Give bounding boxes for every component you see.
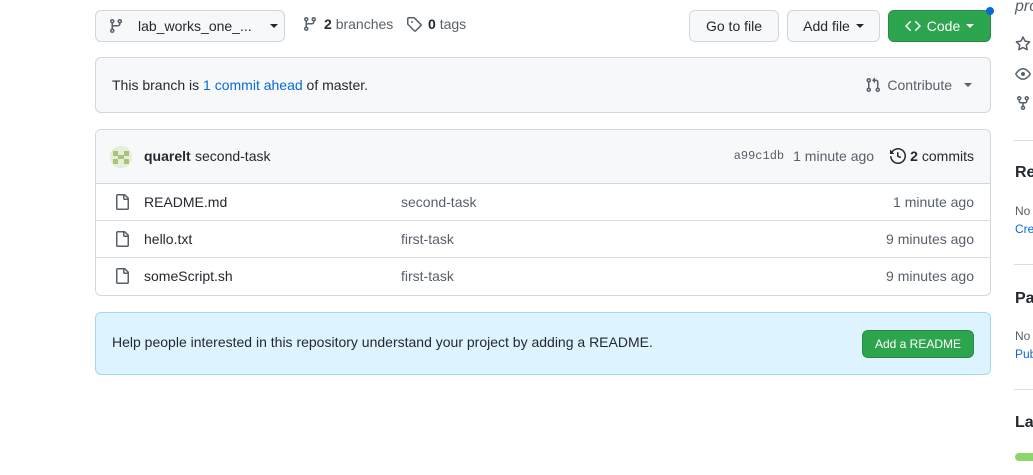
file-row[interactable]: hello.txt first-task 9 minutes ago: [96, 221, 990, 258]
tag-icon: [407, 17, 422, 32]
commit-ahead-link[interactable]: 1 commit ahead: [203, 77, 303, 93]
eye-icon[interactable]: [1015, 66, 1031, 82]
chevron-down-icon: [966, 24, 975, 28]
go-to-file-button[interactable]: Go to file: [689, 10, 779, 42]
contribute-label: Contribute: [887, 77, 952, 93]
languages-heading: La: [1015, 414, 1033, 431]
add-file-button[interactable]: Add file: [787, 10, 880, 42]
chevron-down-icon: [855, 24, 864, 28]
fork-icon[interactable]: [1015, 95, 1031, 111]
branches-count: 2: [324, 16, 332, 32]
divider: [1014, 140, 1033, 141]
code-icon: [905, 20, 921, 32]
file-name[interactable]: README.md: [144, 194, 227, 210]
publish-package-link[interactable]: Pub: [1015, 347, 1033, 361]
divider: [1014, 264, 1033, 265]
tags-count: 0: [428, 16, 436, 32]
branch-info-box: This branch is 1 commit ahead of master.…: [95, 57, 991, 113]
commits-count: 2: [910, 148, 918, 164]
contribute-button[interactable]: Contribute: [865, 77, 972, 93]
branch-selector-button[interactable]: lab_works_one_...: [95, 10, 285, 42]
branches-label: branches: [335, 16, 394, 32]
create-release-link[interactable]: Cre: [1015, 222, 1033, 236]
chevron-down-icon: [964, 83, 972, 87]
repo-description: pro: [1015, 0, 1033, 15]
file-age: 9 minutes ago: [886, 231, 974, 247]
notification-dot: [986, 7, 994, 15]
branch-name: lab_works_one_...: [138, 18, 252, 34]
file-icon: [116, 194, 129, 210]
language-bar: [1015, 453, 1033, 461]
commits-link[interactable]: 2 commits: [890, 148, 974, 164]
history-icon: [890, 148, 907, 164]
git-pull-request-icon: [866, 77, 881, 93]
file-commit-message[interactable]: first-task: [401, 231, 454, 247]
file-commit-message[interactable]: second-task: [401, 194, 476, 210]
file-icon: [116, 268, 129, 284]
branches-link[interactable]: 2 branches: [302, 16, 393, 32]
git-branch-icon: [303, 17, 316, 32]
star-icon[interactable]: [1015, 36, 1031, 52]
file-age: 9 minutes ago: [886, 268, 974, 284]
file-row[interactable]: someScript.sh first-task 9 minutes ago: [96, 258, 990, 295]
code-label: Code: [926, 18, 961, 34]
releases-empty-text: No: [1015, 204, 1031, 218]
commits-label: commits: [921, 148, 974, 164]
add-file-label: Add file: [803, 18, 850, 34]
readme-prompt-text: Help people interested in this repositor…: [112, 334, 653, 350]
file-row[interactable]: README.md second-task 1 minute ago: [96, 184, 990, 221]
git-branch-icon: [109, 19, 122, 34]
file-name[interactable]: hello.txt: [144, 231, 192, 247]
commit-message[interactable]: second-task: [195, 148, 270, 164]
divider: [1014, 389, 1033, 390]
about-sidebar: pro Re No Cre Pa No Pub La: [1014, 0, 1033, 475]
file-commit-message[interactable]: first-task: [401, 268, 454, 284]
add-readme-button[interactable]: Add a README: [861, 330, 974, 358]
commit-sha[interactable]: a99c1db: [734, 149, 784, 163]
file-age: 1 minute ago: [893, 194, 974, 210]
releases-heading[interactable]: Re: [1015, 164, 1033, 182]
chevron-down-icon: [269, 24, 278, 28]
branch-status-text: This branch is 1 commit ahead of master.: [112, 77, 369, 93]
readme-prompt: Help people interested in this repositor…: [95, 312, 991, 375]
latest-commit-bar: quarelt second-task a99c1db 1 minute ago…: [96, 130, 990, 184]
avatar[interactable]: [110, 146, 132, 168]
packages-heading[interactable]: Pa: [1015, 290, 1033, 308]
file-list: quarelt second-task a99c1db 1 minute ago…: [95, 129, 991, 296]
commit-age: 1 minute ago: [793, 148, 875, 164]
file-icon: [116, 231, 129, 247]
packages-empty-text: No: [1015, 329, 1031, 343]
commit-author[interactable]: quarelt: [144, 148, 191, 164]
tags-label: tags: [439, 16, 467, 32]
file-name[interactable]: someScript.sh: [144, 268, 233, 284]
tags-link[interactable]: 0 tags: [406, 16, 466, 32]
code-button[interactable]: Code: [888, 10, 991, 42]
commit-meta: a99c1db 1 minute ago 2 commits: [734, 148, 974, 164]
